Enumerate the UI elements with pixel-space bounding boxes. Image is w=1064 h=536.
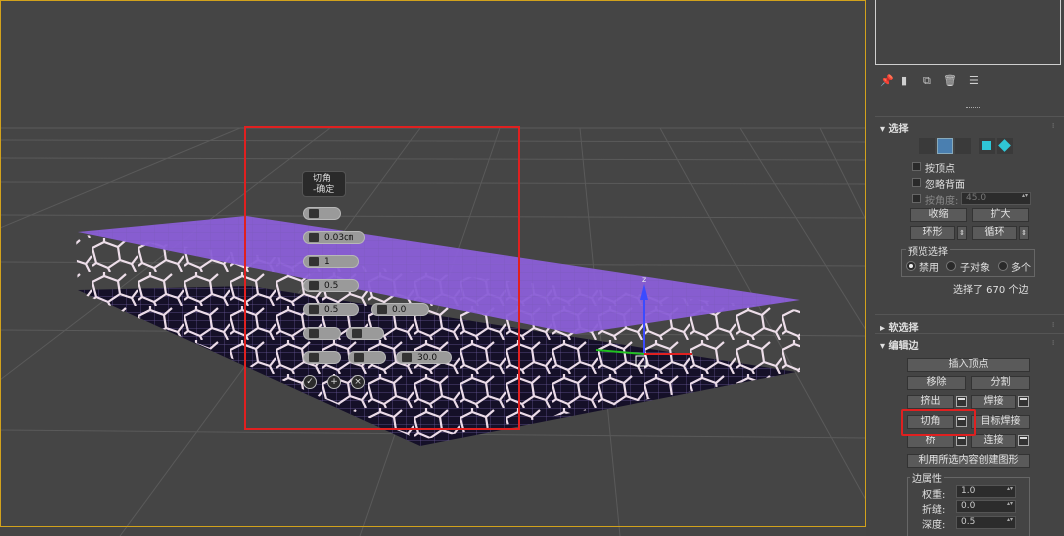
extrude-settings-button[interactable] <box>956 396 967 407</box>
preview-selection-label: 预览选择 <box>906 243 950 258</box>
connect-settings-button[interactable] <box>1018 435 1029 446</box>
edit-edges-header-label: 编辑边 <box>888 341 919 352</box>
make-unique-icon[interactable]: ⧉ <box>923 74 931 88</box>
by-angle-checkbox[interactable] <box>912 194 921 203</box>
weld-button[interactable]: 焊接 <box>971 395 1016 409</box>
bridge-button[interactable]: 桥 <box>907 434 954 448</box>
target-weld-button[interactable]: 目标焊接 <box>971 415 1030 429</box>
soft-selection-header[interactable]: ▸ 软选择 <box>880 319 919 334</box>
ignore-backfacing-checkbox[interactable] <box>912 178 921 187</box>
rollout-grip-icon: ⁞ <box>1052 321 1055 329</box>
selection-status: 选择了 670 个边 <box>953 285 1029 296</box>
ring-spinner-icon[interactable]: ⇕ <box>957 226 967 240</box>
collapse-icon: ▾ <box>880 124 889 135</box>
preview-disabled-label: 禁用 <box>919 263 939 274</box>
edge-mode-icon[interactable] <box>937 138 953 154</box>
edit-edges-header[interactable]: ▾ 编辑边 <box>880 337 919 352</box>
annotation-box-chamfer <box>901 409 976 436</box>
shrink-button[interactable]: 收缩 <box>910 208 967 222</box>
ignore-backfacing-label: 忽略背面 <box>925 180 965 191</box>
preview-multi-label: 多个 <box>1011 263 1031 274</box>
rollout-grip-icon: ⁞ <box>1052 339 1055 347</box>
insert-vertex-button[interactable]: 插入顶点 <box>907 358 1030 372</box>
by-vertex-checkbox[interactable] <box>912 162 921 171</box>
modifier-stack-preview <box>875 0 1061 65</box>
pin-stack-icon[interactable]: 📌 <box>880 74 894 87</box>
weight-label: 权重: <box>922 490 946 501</box>
ring-button[interactable]: 环形 <box>910 226 955 240</box>
selection-rollout-header[interactable]: ▾ 选择 <box>880 120 909 135</box>
viewport-3d[interactable]: z 切角 -确定 0.03㎝ 1 0.5 0.5 0.0 30.0 ✓ + × <box>0 0 866 536</box>
weld-settings-button[interactable] <box>1018 396 1029 407</box>
loop-spinner-icon[interactable]: ⇕ <box>1019 226 1029 240</box>
show-end-result-icon[interactable]: ▮ <box>901 74 907 87</box>
collapse-icon: ▾ <box>880 341 889 352</box>
modifier-stack-toolbar: 📌 ▮ ⧉ 🗑 ☰ <box>875 72 1061 90</box>
crease-spinner[interactable]: 0.0 <box>956 500 1016 513</box>
border-mode-icon[interactable] <box>955 138 971 154</box>
remove-button[interactable]: 移除 <box>907 376 966 390</box>
depth-label: 深度: <box>922 520 946 531</box>
selection-rollout <box>875 116 1064 119</box>
svg-text:z: z <box>642 275 646 284</box>
by-vertex-label: 按顶点 <box>925 164 955 175</box>
by-angle-spinner[interactable]: 45.0 <box>961 192 1031 205</box>
preview-disabled-radio[interactable] <box>906 261 916 271</box>
bridge-settings-button[interactable] <box>956 435 967 446</box>
grow-button[interactable]: 扩大 <box>972 208 1029 222</box>
polygon-mode-icon[interactable] <box>979 138 995 154</box>
soft-selection-rollout <box>875 314 1064 317</box>
create-shape-button[interactable]: 利用所选内容创建图形 <box>907 454 1030 468</box>
crease-label: 折缝: <box>922 505 946 516</box>
depth-spinner[interactable]: 0.5 <box>956 516 1016 529</box>
selection-header-label: 选择 <box>888 124 909 135</box>
connect-button[interactable]: 连接 <box>971 434 1016 448</box>
extrude-button[interactable]: 挤出 <box>907 395 954 409</box>
vertex-mode-icon[interactable] <box>919 138 935 154</box>
preview-multi-radio[interactable] <box>998 261 1008 271</box>
preview-subobject-label: 子对象 <box>960 263 990 274</box>
loop-button[interactable]: 循环 <box>972 226 1017 240</box>
panel-divider-grip[interactable] <box>966 107 980 110</box>
configure-sets-icon[interactable]: ☰ <box>969 74 979 87</box>
weight-spinner[interactable]: 1.0 <box>956 485 1016 498</box>
by-angle-label: 按角度: <box>925 196 959 207</box>
edit-edges-rollout <box>875 333 1064 336</box>
rollout-grip-icon: ⁞ <box>1052 122 1055 130</box>
remove-modifier-icon[interactable]: 🗑 <box>943 74 957 87</box>
annotation-box-caddy <box>244 126 520 430</box>
preview-subobject-radio[interactable] <box>946 261 956 271</box>
edge-properties-label: 边属性 <box>910 470 944 485</box>
element-mode-icon[interactable] <box>997 138 1013 154</box>
split-button[interactable]: 分割 <box>971 376 1030 390</box>
